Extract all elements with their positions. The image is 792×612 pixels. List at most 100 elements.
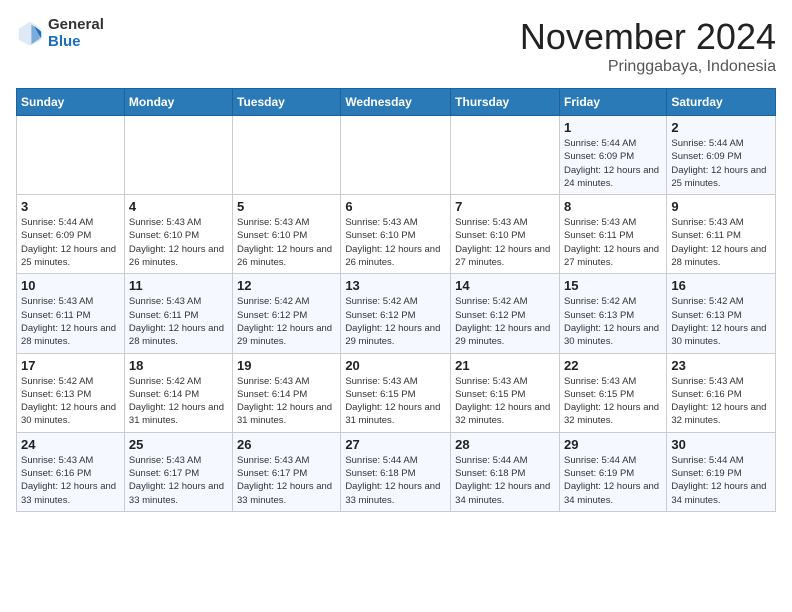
- day-detail: Sunrise: 5:43 AM Sunset: 6:16 PM Dayligh…: [671, 375, 771, 428]
- day-number: 17: [21, 358, 120, 373]
- day-detail: Sunrise: 5:42 AM Sunset: 6:14 PM Dayligh…: [129, 375, 228, 428]
- calendar-cell: 20 Sunrise: 5:43 AM Sunset: 6:15 PM Dayli…: [341, 353, 451, 432]
- day-detail: Sunrise: 5:43 AM Sunset: 6:11 PM Dayligh…: [564, 216, 662, 269]
- calendar-cell: 25 Sunrise: 5:43 AM Sunset: 6:17 PM Dayli…: [124, 432, 232, 511]
- day-detail: Sunrise: 5:44 AM Sunset: 6:18 PM Dayligh…: [345, 454, 446, 507]
- day-detail: Sunrise: 5:43 AM Sunset: 6:14 PM Dayligh…: [237, 375, 336, 428]
- day-number: 19: [237, 358, 336, 373]
- day-detail: Sunrise: 5:43 AM Sunset: 6:11 PM Dayligh…: [129, 295, 228, 348]
- title-block: November 2024 Pringgabaya, Indonesia: [520, 16, 776, 76]
- day-detail: Sunrise: 5:42 AM Sunset: 6:12 PM Dayligh…: [455, 295, 555, 348]
- day-detail: Sunrise: 5:42 AM Sunset: 6:12 PM Dayligh…: [237, 295, 336, 348]
- month-year: November 2024: [520, 16, 776, 58]
- calendar-cell: 6Sunrise: 5:43 AM Sunset: 6:10 PM Daylig…: [341, 195, 451, 274]
- day-detail: Sunrise: 5:43 AM Sunset: 6:17 PM Dayligh…: [237, 454, 336, 507]
- day-detail: Sunrise: 5:43 AM Sunset: 6:10 PM Dayligh…: [129, 216, 228, 269]
- day-detail: Sunrise: 5:44 AM Sunset: 6:09 PM Dayligh…: [671, 137, 771, 190]
- day-header-sunday: Sunday: [17, 89, 125, 116]
- day-number: 16: [671, 278, 771, 293]
- calendar-cell: 3 Sunrise: 5:44 AM Sunset: 6:09 PM Daylig…: [17, 195, 125, 274]
- week-row-3: 10 Sunrise: 5:43 AM Sunset: 6:11 PM Dayli…: [17, 274, 776, 353]
- day-number: 5: [237, 199, 336, 214]
- day-number: 13: [345, 278, 446, 293]
- day-header-tuesday: Tuesday: [233, 89, 341, 116]
- calendar-table: SundayMondayTuesdayWednesdayThursdayFrid…: [16, 88, 776, 512]
- day-number: 25: [129, 437, 228, 452]
- day-number: 14: [455, 278, 555, 293]
- logo-blue: Blue: [48, 33, 104, 50]
- day-detail: Sunrise: 5:44 AM Sunset: 6:09 PM Dayligh…: [21, 216, 120, 269]
- day-detail: Sunrise: 5:44 AM Sunset: 6:18 PM Dayligh…: [455, 454, 555, 507]
- calendar-cell: 1Sunrise: 5:44 AM Sunset: 6:09 PM Daylig…: [559, 116, 666, 195]
- calendar-cell: 30Sunrise: 5:44 AM Sunset: 6:19 PM Dayli…: [667, 432, 776, 511]
- day-number: 4: [129, 199, 228, 214]
- day-number: 18: [129, 358, 228, 373]
- day-detail: Sunrise: 5:42 AM Sunset: 6:13 PM Dayligh…: [671, 295, 771, 348]
- day-header-wednesday: Wednesday: [341, 89, 451, 116]
- day-detail: Sunrise: 5:44 AM Sunset: 6:19 PM Dayligh…: [671, 454, 771, 507]
- calendar-cell: 16 Sunrise: 5:42 AM Sunset: 6:13 PM Dayli…: [667, 274, 776, 353]
- day-header-friday: Friday: [559, 89, 666, 116]
- calendar-cell: 11 Sunrise: 5:43 AM Sunset: 6:11 PM Dayli…: [124, 274, 232, 353]
- calendar-cell: [124, 116, 232, 195]
- day-number: 26: [237, 437, 336, 452]
- day-detail: Sunrise: 5:43 AM Sunset: 6:10 PM Dayligh…: [455, 216, 555, 269]
- calendar-cell: [17, 116, 125, 195]
- day-number: 27: [345, 437, 446, 452]
- calendar-cell: 23 Sunrise: 5:43 AM Sunset: 6:16 PM Dayli…: [667, 353, 776, 432]
- logo-general: General: [48, 16, 104, 33]
- day-number: 7: [455, 199, 555, 214]
- day-number: 9: [671, 199, 771, 214]
- calendar-cell: 8 Sunrise: 5:43 AM Sunset: 6:11 PM Daylig…: [559, 195, 666, 274]
- calendar-cell: 9 Sunrise: 5:43 AM Sunset: 6:11 PM Daylig…: [667, 195, 776, 274]
- calendar-cell: [451, 116, 560, 195]
- day-number: 29: [564, 437, 662, 452]
- day-number: 28: [455, 437, 555, 452]
- day-number: 12: [237, 278, 336, 293]
- day-number: 22: [564, 358, 662, 373]
- week-row-5: 24 Sunrise: 5:43 AM Sunset: 6:16 PM Dayli…: [17, 432, 776, 511]
- day-detail: Sunrise: 5:43 AM Sunset: 6:16 PM Dayligh…: [21, 454, 120, 507]
- location: Pringgabaya, Indonesia: [520, 58, 776, 76]
- calendar-cell: 5Sunrise: 5:43 AM Sunset: 6:10 PM Daylig…: [233, 195, 341, 274]
- week-row-2: 3 Sunrise: 5:44 AM Sunset: 6:09 PM Daylig…: [17, 195, 776, 274]
- day-detail: Sunrise: 5:43 AM Sunset: 6:17 PM Dayligh…: [129, 454, 228, 507]
- calendar-cell: 10 Sunrise: 5:43 AM Sunset: 6:11 PM Dayli…: [17, 274, 125, 353]
- calendar-cell: 29Sunrise: 5:44 AM Sunset: 6:19 PM Dayli…: [559, 432, 666, 511]
- day-number: 3: [21, 199, 120, 214]
- day-number: 20: [345, 358, 446, 373]
- day-number: 11: [129, 278, 228, 293]
- day-header-saturday: Saturday: [667, 89, 776, 116]
- calendar-cell: 21Sunrise: 5:43 AM Sunset: 6:15 PM Dayli…: [451, 353, 560, 432]
- day-number: 10: [21, 278, 120, 293]
- calendar-cell: 27 Sunrise: 5:44 AM Sunset: 6:18 PM Dayli…: [341, 432, 451, 511]
- calendar-cell: 13 Sunrise: 5:42 AM Sunset: 6:12 PM Dayli…: [341, 274, 451, 353]
- day-detail: Sunrise: 5:43 AM Sunset: 6:11 PM Dayligh…: [671, 216, 771, 269]
- week-row-1: 1 Sunrise: 5:44 AM Sunset: 6:09 PM Daylig…: [17, 116, 776, 195]
- day-number: 23: [671, 358, 771, 373]
- calendar-cell: 26 Sunrise: 5:43 AM Sunset: 6:17 PM Dayli…: [233, 432, 341, 511]
- day-number: 24: [21, 437, 120, 452]
- calendar-cell: [233, 116, 341, 195]
- calendar-cell: 19 Sunrise: 5:43 AM Sunset: 6:14 PM Dayli…: [233, 353, 341, 432]
- logo: General Blue: [16, 16, 104, 50]
- day-number: 1: [564, 120, 662, 135]
- week-row-4: 17Sunrise: 5:42 AM Sunset: 6:13 PM Dayli…: [17, 353, 776, 432]
- calendar-cell: 22 Sunrise: 5:43 AM Sunset: 6:15 PM Dayli…: [559, 353, 666, 432]
- calendar-cell: 4 Sunrise: 5:43 AM Sunset: 6:10 PM Daylig…: [124, 195, 232, 274]
- calendar-cell: 14 Sunrise: 5:42 AM Sunset: 6:12 PM Dayli…: [451, 274, 560, 353]
- day-detail: Sunrise: 5:43 AM Sunset: 6:15 PM Dayligh…: [345, 375, 446, 428]
- calendar-cell: 24 Sunrise: 5:43 AM Sunset: 6:16 PM Dayli…: [17, 432, 125, 511]
- day-detail: Sunrise: 5:42 AM Sunset: 6:12 PM Dayligh…: [345, 295, 446, 348]
- day-header-thursday: Thursday: [451, 89, 560, 116]
- calendar-cell: 15Sunrise: 5:42 AM Sunset: 6:13 PM Dayli…: [559, 274, 666, 353]
- day-detail: Sunrise: 5:43 AM Sunset: 6:15 PM Dayligh…: [564, 375, 662, 428]
- logo-icon: [16, 19, 44, 47]
- day-header-monday: Monday: [124, 89, 232, 116]
- day-detail: Sunrise: 5:43 AM Sunset: 6:11 PM Dayligh…: [21, 295, 120, 348]
- calendar-cell: 12 Sunrise: 5:42 AM Sunset: 6:12 PM Dayli…: [233, 274, 341, 353]
- day-number: 8: [564, 199, 662, 214]
- calendar-cell: 28 Sunrise: 5:44 AM Sunset: 6:18 PM Dayli…: [451, 432, 560, 511]
- calendar-cell: 18 Sunrise: 5:42 AM Sunset: 6:14 PM Dayli…: [124, 353, 232, 432]
- logo-text: General Blue: [48, 16, 104, 50]
